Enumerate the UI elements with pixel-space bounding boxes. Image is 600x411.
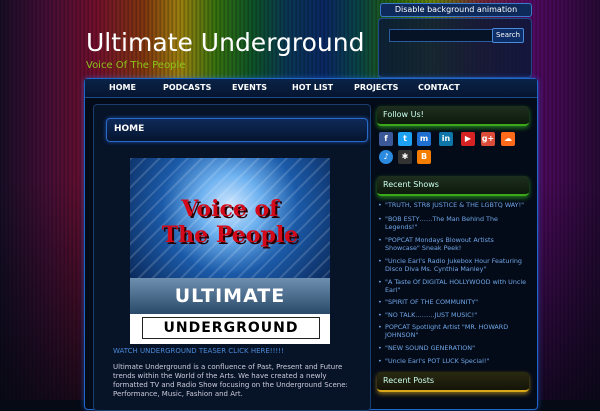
linkedin-icon[interactable]: in: [439, 132, 453, 146]
recent-shows-heading: Recent Shows: [377, 176, 529, 196]
youtube-icon[interactable]: ▶: [461, 132, 475, 146]
recent-show-item[interactable]: "NO TALK………JUST MUSIC!": [378, 311, 527, 319]
poster-title-line1: Voice of: [181, 196, 279, 222]
recent-show-item[interactable]: "A Taste Of DIGITAL HOLLYWOOD with Uncle…: [378, 278, 527, 294]
follow-us-title: Follow Us!: [383, 110, 424, 119]
facebook-icon[interactable]: f: [379, 132, 393, 146]
follow-us-heading: Follow Us!: [377, 106, 529, 126]
recent-show-item[interactable]: "SPIRIT OF THE COMMUNITY": [378, 298, 527, 306]
poster-ultimate-bar: ULTIMATE: [130, 278, 330, 314]
search-input[interactable]: [389, 29, 493, 42]
google-plus-icon[interactable]: g+: [481, 132, 495, 146]
poster-underground-box: UNDERGROUND: [142, 317, 320, 339]
nav-item-contact[interactable]: CONTACT: [418, 83, 460, 92]
itunes-icon[interactable]: ♪: [379, 150, 393, 164]
site-description: Voice Of The People: [86, 60, 186, 71]
intro-paragraph: Ultimate Underground is a confluence of …: [113, 363, 348, 398]
myspace-icon[interactable]: m: [417, 132, 431, 146]
recent-show-item[interactable]: "TRUTH, STR8 JUSTICE & THE LGBTQ WAY!": [378, 201, 527, 209]
recent-posts-title: Recent Posts: [383, 376, 435, 385]
social-icons: f t m in ▶ g+ ☁ ♪ ✱ B: [379, 132, 529, 172]
page-title: HOME: [114, 124, 145, 134]
poster-underground-text: UNDERGROUND: [163, 320, 299, 336]
recent-show-item[interactable]: "NEW SOUND GENERATION": [378, 344, 527, 352]
search-button[interactable]: Search: [492, 28, 524, 43]
blogger-icon[interactable]: B: [417, 150, 431, 164]
poster-title-line2: The People: [161, 222, 299, 248]
nav-item-podcasts[interactable]: PODCASTS: [163, 83, 211, 92]
recent-shows-title: Recent Shows: [383, 180, 439, 189]
content-container: HOME PODCASTS EVENTS HOT LIST PROJECTS C…: [84, 78, 538, 411]
soundcloud-icon[interactable]: ☁: [501, 132, 515, 146]
recent-show-item[interactable]: POPCAT Spotlight Artist "MR. HOWARD JOHN…: [378, 323, 527, 339]
voice-of-the-people-poster[interactable]: Voice of The People ULTIMATE UNDERGROUND: [130, 158, 330, 344]
site-title[interactable]: Ultimate Underground: [86, 28, 364, 57]
page-heading-box: HOME: [106, 118, 368, 142]
recent-show-item[interactable]: "Uncle Earl's Radio Jukebox Hour Featuri…: [378, 257, 527, 273]
main-nav: HOME PODCASTS EVENTS HOT LIST PROJECTS C…: [85, 79, 537, 98]
disable-animation-button[interactable]: Disable background animation: [380, 3, 532, 17]
recent-show-item[interactable]: "BOB ESTY……The Man Behind The Legends!": [378, 215, 527, 231]
search-box: Search: [378, 18, 532, 78]
reverbnation-icon[interactable]: ✱: [398, 150, 412, 164]
nav-item-home[interactable]: HOME: [109, 83, 136, 92]
twitter-icon[interactable]: t: [398, 132, 412, 146]
recent-posts-heading: Recent Posts: [377, 372, 529, 392]
recent-show-item[interactable]: "Uncle Earl's POT LUCK Special!": [378, 357, 527, 365]
nav-item-hot-list[interactable]: HOT LIST: [292, 83, 333, 92]
teaser-link[interactable]: WATCH UNDERGROUND TEASER CLICK HERE!!!!!: [113, 347, 284, 355]
nav-item-events[interactable]: EVENTS: [232, 83, 267, 92]
recent-show-item[interactable]: "POPCAT Mondays Blowout Artists Showcase…: [378, 236, 527, 252]
nav-item-projects[interactable]: PROJECTS: [354, 83, 398, 92]
poster-ultimate-text: ULTIMATE: [174, 285, 286, 307]
